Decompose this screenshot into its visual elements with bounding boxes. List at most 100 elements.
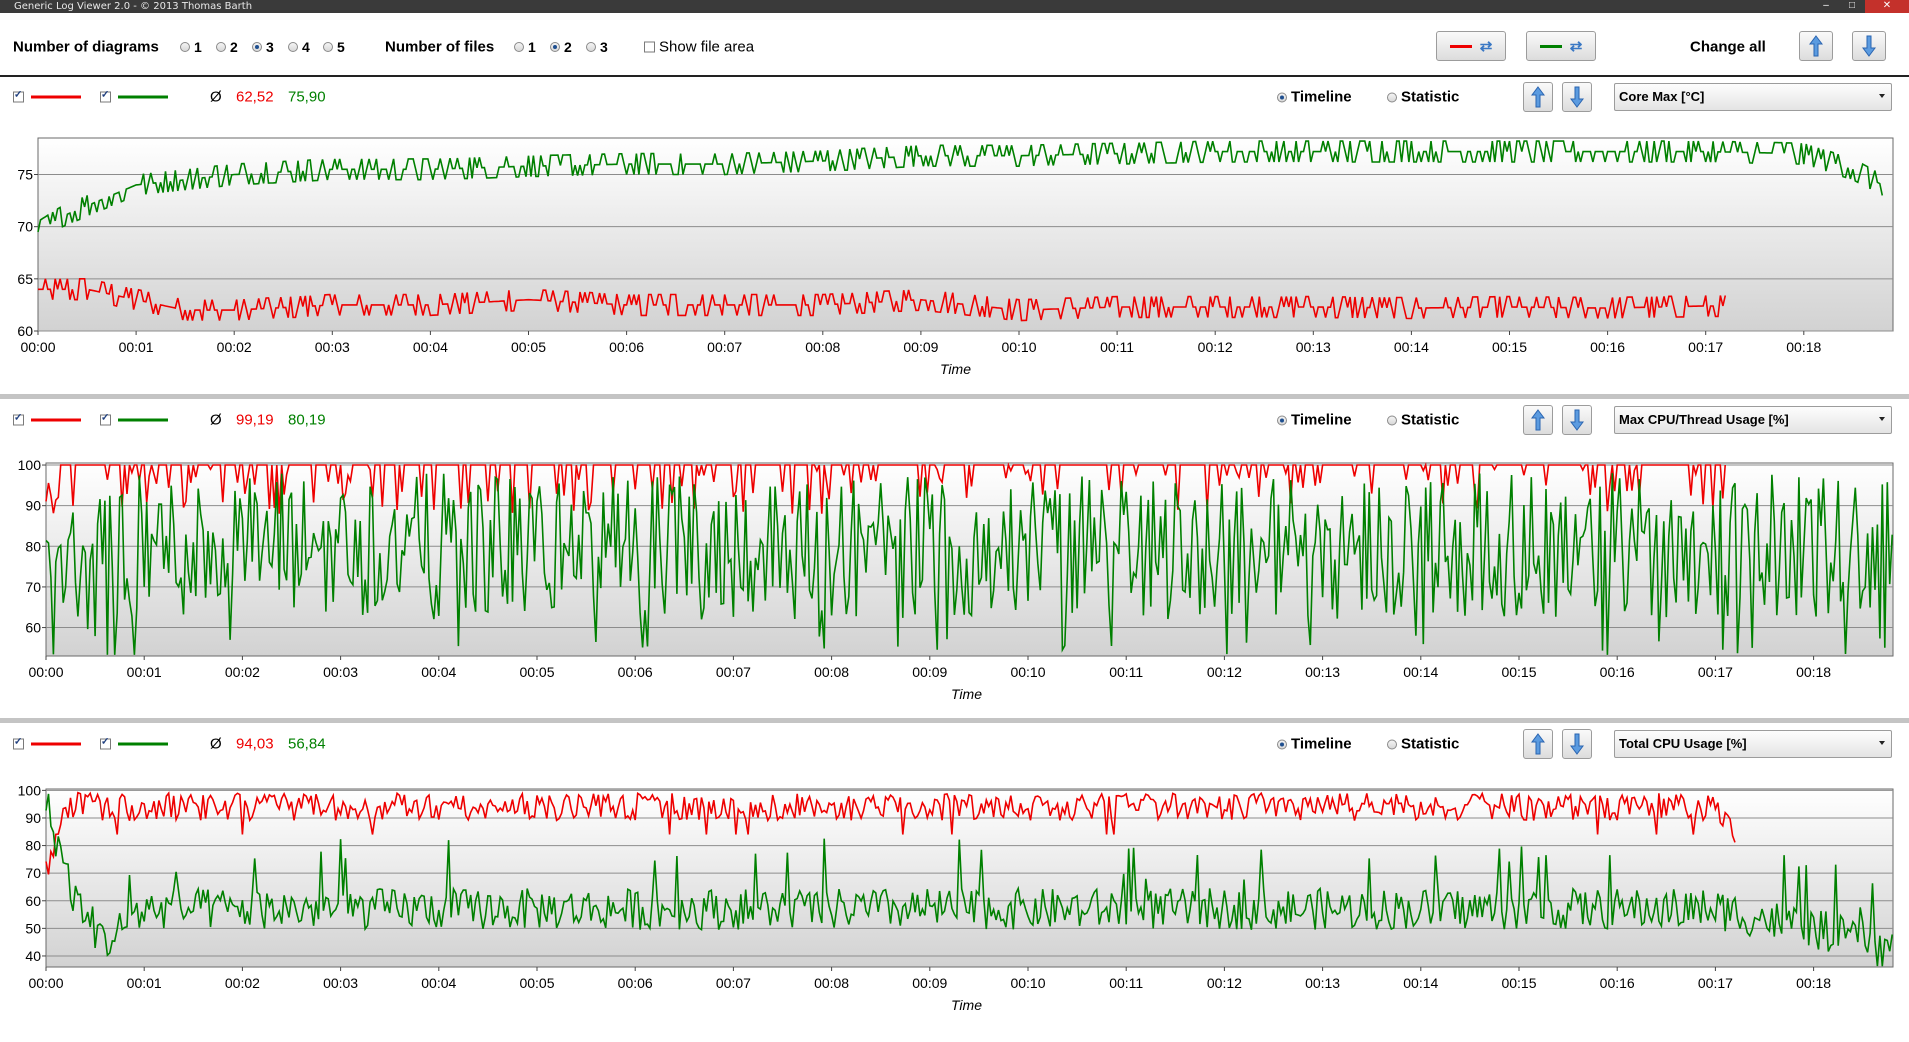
metric-select[interactable]: Total CPU Usage [%] xyxy=(1614,730,1892,758)
timeline-radio[interactable]: Timeline xyxy=(1277,89,1352,106)
statistic-radio[interactable]: Statistic xyxy=(1387,89,1459,106)
file2-legend[interactable] xyxy=(100,737,168,750)
file1-legend[interactable] xyxy=(13,90,81,103)
files-radio-1[interactable]: 1 xyxy=(514,39,536,55)
x-tick-label: 00:00 xyxy=(28,975,63,991)
file2-checkbox[interactable] xyxy=(100,737,111,750)
diagrams-label: Number of diagrams xyxy=(13,38,159,56)
arrow-up-icon xyxy=(1531,86,1545,108)
x-tick-label: 00:10 xyxy=(1010,664,1045,680)
move-diagram-down-button[interactable] xyxy=(1562,729,1592,759)
x-tick-label: 00:12 xyxy=(1207,975,1242,991)
x-tick-label: 00:17 xyxy=(1688,339,1723,355)
radio-icon xyxy=(1387,739,1397,749)
y-tick-label: 75 xyxy=(17,167,33,183)
timeline-radio[interactable]: Timeline xyxy=(1277,412,1352,429)
x-tick-label: 00:07 xyxy=(716,975,751,991)
radio-selected-icon xyxy=(252,42,262,52)
change-all-up-button[interactable] xyxy=(1799,31,1833,61)
x-tick-label: 00:08 xyxy=(805,339,840,355)
file1-checkbox[interactable] xyxy=(13,413,24,426)
timeline-radio[interactable]: Timeline xyxy=(1277,736,1352,753)
arrow-down-icon xyxy=(1862,35,1876,57)
green-line-icon xyxy=(118,742,168,746)
file1-legend[interactable] xyxy=(13,737,81,750)
metric-select-value: Total CPU Usage [%] xyxy=(1619,736,1747,751)
panel-separator xyxy=(0,394,1909,399)
statistic-radio[interactable]: Statistic xyxy=(1387,412,1459,429)
average-symbol: Ø xyxy=(210,88,222,106)
diagrams-radio-1[interactable]: 1 xyxy=(180,39,202,55)
swap-file1-color-button[interactable]: ⇄ xyxy=(1436,31,1506,61)
radio-selected-icon xyxy=(1277,415,1287,425)
x-axis-label: Time xyxy=(951,686,982,702)
files-radio-3[interactable]: 3 xyxy=(586,39,608,55)
x-tick-label: 00:04 xyxy=(413,339,448,355)
x-tick-label: 00:17 xyxy=(1698,975,1733,991)
file2-legend[interactable] xyxy=(100,90,168,103)
y-tick-label: 50 xyxy=(25,920,41,936)
x-tick-label: 00:13 xyxy=(1296,339,1331,355)
file1-checkbox[interactable] xyxy=(13,90,24,103)
x-tick-label: 00:04 xyxy=(421,664,456,680)
arrow-down-icon xyxy=(1570,733,1584,755)
file2-average: 56,84 xyxy=(288,735,326,753)
close-button[interactable]: ✕ xyxy=(1865,0,1909,13)
radio-icon xyxy=(1387,415,1397,425)
move-diagram-up-button[interactable] xyxy=(1523,729,1553,759)
file2-average: 75,90 xyxy=(288,88,326,106)
metric-select-value: Max CPU/Thread Usage [%] xyxy=(1619,412,1789,427)
x-tick-label: 00:08 xyxy=(814,664,849,680)
y-tick-label: 70 xyxy=(17,219,33,235)
move-diagram-down-button[interactable] xyxy=(1562,405,1592,435)
diagrams-radio-3[interactable]: 3 xyxy=(252,39,274,55)
diagrams-radio-4[interactable]: 4 xyxy=(288,39,310,55)
metric-select[interactable]: Max CPU/Thread Usage [%] xyxy=(1614,406,1892,434)
maximize-button[interactable]: □ xyxy=(1839,0,1865,13)
y-tick-label: 90 xyxy=(25,810,41,826)
file2-checkbox[interactable] xyxy=(100,413,111,426)
arrow-up-icon xyxy=(1531,409,1545,431)
show-file-area-checkbox[interactable]: Show file area xyxy=(644,39,754,56)
average-symbol: Ø xyxy=(210,411,222,429)
radio-icon xyxy=(288,42,298,52)
statistic-radio[interactable]: Statistic xyxy=(1387,736,1459,753)
arrow-down-icon xyxy=(1570,409,1584,431)
file1-average: 62,52 xyxy=(236,88,274,106)
x-tick-label: 00:12 xyxy=(1207,664,1242,680)
y-tick-label: 70 xyxy=(25,579,41,595)
green-line-icon xyxy=(118,418,168,422)
x-tick-label: 00:09 xyxy=(912,975,947,991)
move-diagram-up-button[interactable] xyxy=(1523,405,1553,435)
x-tick-label: 00:02 xyxy=(217,339,252,355)
checkbox-icon xyxy=(644,41,655,53)
chevron-down-icon xyxy=(1879,94,1885,98)
move-diagram-up-button[interactable] xyxy=(1523,82,1553,112)
x-tick-label: 00:06 xyxy=(618,664,653,680)
plot-area xyxy=(45,462,1894,657)
minimize-button[interactable]: – xyxy=(1813,0,1839,13)
timeline-chart: 60 70 80 90 100 00:00 00:01 00:02 00:03 00:04 00:0… xyxy=(18,457,1894,702)
diagrams-radio-5[interactable]: 5 xyxy=(323,39,345,55)
window-title: Generic Log Viewer 2.0 - © 2013 Thomas B… xyxy=(14,1,253,12)
file1-legend[interactable] xyxy=(13,413,81,426)
x-tick-label: 00:17 xyxy=(1698,664,1733,680)
file1-checkbox[interactable] xyxy=(13,737,24,750)
x-tick-label: 00:16 xyxy=(1600,975,1635,991)
x-tick-label: 00:00 xyxy=(28,664,63,680)
files-radio-2[interactable]: 2 xyxy=(550,39,572,55)
file2-legend[interactable] xyxy=(100,413,168,426)
radio-selected-icon xyxy=(1277,739,1287,749)
x-tick-label: 00:07 xyxy=(716,664,751,680)
swap-file2-color-button[interactable]: ⇄ xyxy=(1526,31,1596,61)
change-all-label: Change all xyxy=(1690,38,1766,56)
file2-checkbox[interactable] xyxy=(100,90,111,103)
move-diagram-down-button[interactable] xyxy=(1562,82,1592,112)
metric-select[interactable]: Core Max [°C] xyxy=(1614,83,1892,111)
x-tick-label: 00:01 xyxy=(127,975,162,991)
x-tick-label: 00:11 xyxy=(1100,339,1134,355)
diagrams-radio-2[interactable]: 2 xyxy=(216,39,238,55)
change-all-down-button[interactable] xyxy=(1852,31,1886,61)
timeline-chart: 40 50 60 70 80 90 100 00:00 00:01 00:02 00:03 00:04… xyxy=(18,782,1894,1013)
x-tick-label: 00:11 xyxy=(1109,664,1143,680)
